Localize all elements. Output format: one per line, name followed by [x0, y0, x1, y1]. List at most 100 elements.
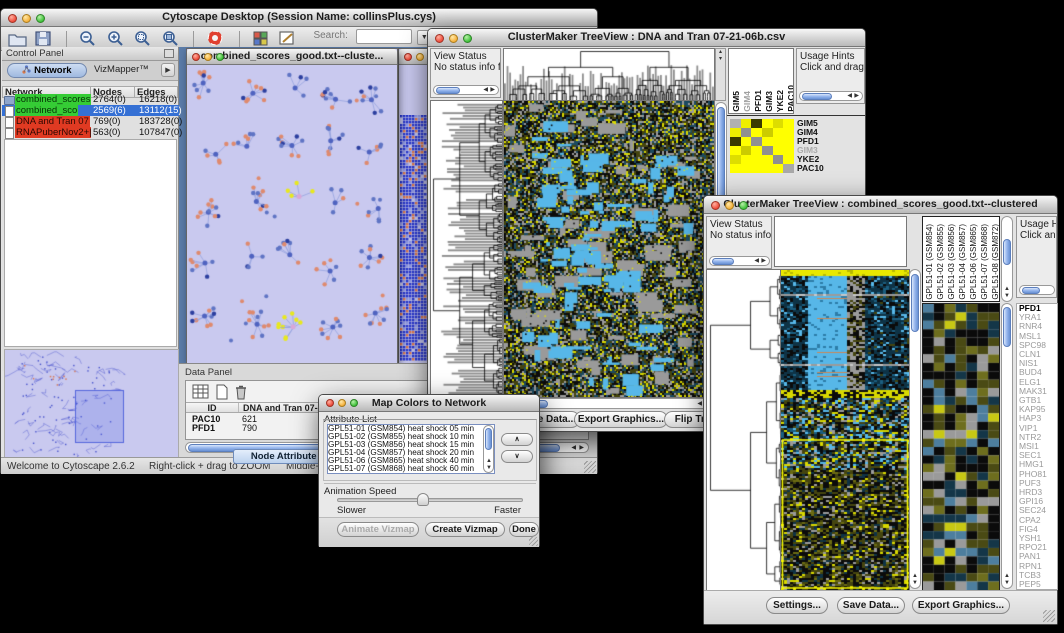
matrix-cell: [741, 128, 752, 137]
matrix-cell: [751, 128, 762, 137]
animate-vizmap-button[interactable]: Animate Vizmap: [337, 522, 419, 537]
matrix-cell: [730, 119, 741, 128]
view-status-scrollbar[interactable]: ◀▶: [433, 85, 499, 95]
minimize-button[interactable]: [725, 201, 734, 210]
network-tree-row[interactable]: combined_scores2764(0)16218(0): [2, 94, 179, 105]
delete-trash-icon[interactable]: [233, 384, 249, 400]
column-dendrogram[interactable]: [503, 48, 715, 102]
network-window-1[interactable]: combined_scores_good.txt--cluste...: [186, 48, 398, 364]
usage-hints-scrollbar[interactable]: [1019, 285, 1055, 295]
heatmap-vscrollbar[interactable]: ▲▼: [909, 269, 921, 589]
vizmapper-icon[interactable]: [251, 29, 273, 48]
close-button[interactable]: [326, 399, 334, 407]
status-welcome: Welcome to Cytoscape 2.6.2: [7, 461, 135, 472]
row-dendrogram[interactable]: [706, 269, 782, 591]
export-graphics-button[interactable]: Export Graphics...: [574, 411, 668, 428]
close-button[interactable]: [435, 34, 444, 43]
treeview-combined-titlebar[interactable]: ClusterMaker TreeView : combined_scores_…: [704, 196, 1057, 214]
save-icon[interactable]: [33, 29, 55, 48]
treeview-dna-titlebar[interactable]: ClusterMaker TreeView : DNA and Tran 07-…: [428, 29, 865, 47]
zoomed-heatmap[interactable]: [922, 303, 1000, 591]
float-panel-icon[interactable]: [164, 49, 174, 58]
matrix-cell: [783, 164, 794, 173]
column-labels-vscrollbar[interactable]: ▲▼: [1001, 216, 1013, 302]
close-button[interactable]: [404, 53, 412, 61]
resize-grip[interactable]: [529, 537, 538, 546]
zoom-button[interactable]: [36, 14, 45, 23]
zoom-button[interactable]: [739, 201, 748, 210]
main-titlebar[interactable]: Cytoscape Desktop (Session Name: collins…: [1, 9, 597, 27]
document-icon: [4, 106, 15, 115]
usage-hints-scrollbar[interactable]: ◀▶: [799, 91, 863, 101]
zoom-in-icon[interactable]: [105, 29, 128, 48]
close-button[interactable]: [8, 14, 17, 23]
matrix-cell: [773, 137, 784, 146]
tab-vizmapper[interactable]: VizMapper™: [94, 64, 149, 75]
new-document-icon[interactable]: [214, 384, 230, 400]
column-label: GPL51-08 (GSM872): [991, 224, 1000, 300]
speed-slider-thumb[interactable]: [417, 493, 429, 506]
matrix-cell: [783, 137, 794, 146]
dialog-button-bar: Animate Vizmap Create Vizmap Done: [319, 517, 539, 547]
zoom-fit-icon[interactable]: [160, 29, 183, 48]
attribute-list-item[interactable]: GPL51-07 (GSM868) heat shock 60 min: [328, 465, 494, 473]
search-input[interactable]: [356, 29, 412, 44]
dendrogram-arrow-strip[interactable]: ▴▾: [715, 48, 726, 101]
network-tree-row[interactable]: RNAPuberNov2+|563(0)107847(0): [2, 127, 179, 138]
zoom-button[interactable]: [216, 53, 224, 61]
minimize-button[interactable]: [416, 53, 424, 61]
close-button[interactable]: [711, 201, 720, 210]
matrix-cell: [773, 155, 784, 164]
matrix-cell: [783, 146, 794, 155]
resize-grip[interactable]: [584, 461, 596, 473]
matrix-cell: [741, 119, 752, 128]
view-status-scrollbar[interactable]: ◀▶: [709, 256, 770, 266]
matrix-cell: [730, 137, 741, 146]
network-window-title: combined_scores_good.txt--cluste...: [201, 50, 384, 62]
resize-grip[interactable]: [1043, 610, 1055, 622]
network-view-canvas[interactable]: [187, 65, 397, 363]
help-lifesaver-icon[interactable]: [205, 29, 229, 48]
cluster-heatmap[interactable]: [503, 100, 715, 398]
speed-slider-track[interactable]: [337, 498, 523, 502]
open-folder-icon[interactable]: [7, 29, 29, 48]
row-dendrogram[interactable]: [430, 100, 503, 398]
export-graphics-button[interactable]: Export Graphics...: [912, 597, 1010, 614]
tab-network[interactable]: Network: [7, 63, 87, 78]
settings-button[interactable]: Settings...: [766, 597, 828, 614]
correlation-matrix[interactable]: [730, 119, 794, 173]
create-vizmap-button[interactable]: Create Vizmap: [425, 522, 505, 537]
data-col-id[interactable]: ID: [186, 403, 238, 412]
move-down-button[interactable]: ∨: [501, 450, 533, 463]
annotation-icon[interactable]: [277, 29, 301, 48]
zoom-out-icon[interactable]: [77, 29, 100, 48]
move-up-button[interactable]: ∧: [501, 433, 533, 446]
network-tree-row[interactable]: combined_sco2569(6)13112(15): [2, 105, 179, 116]
attribute-list-vscrollbar[interactable]: ▲▼: [483, 425, 494, 473]
zoom-selected-icon[interactable]: [132, 29, 155, 48]
treeview-combined-window: ClusterMaker TreeView : combined_scores_…: [703, 195, 1058, 625]
minimize-button[interactable]: [204, 53, 212, 61]
zoom-button[interactable]: [350, 399, 358, 407]
save-data-button[interactable]: Save Data...: [837, 597, 905, 614]
zoomed-heatmap-vscrollbar[interactable]: ▲▼: [1001, 303, 1013, 589]
minimize-button[interactable]: [338, 399, 346, 407]
attribute-listbox[interactable]: GPL51-01 (GSM854) heat shock 05 minGPL51…: [327, 424, 495, 474]
column-label: PFD1: [753, 90, 763, 112]
table-icon[interactable]: [192, 384, 210, 400]
zoom-button[interactable]: [463, 34, 472, 43]
window-controls[interactable]: [8, 14, 45, 23]
column-label: GPL51-07 (GSM868): [980, 224, 990, 300]
slower-label: Slower: [337, 505, 366, 516]
document-icon: [4, 117, 15, 126]
close-button[interactable]: [192, 53, 200, 61]
cluster-heatmap[interactable]: [780, 269, 910, 591]
minimize-button[interactable]: [449, 34, 458, 43]
tab-overflow-arrow[interactable]: ▶: [161, 63, 175, 77]
minimize-button[interactable]: [22, 14, 31, 23]
done-button[interactable]: Done: [509, 522, 539, 537]
dialog-titlebar[interactable]: Map Colors to Network: [319, 395, 539, 412]
control-panel: Control Panel Network VizMapper™ ▶ Netwo…: [2, 47, 179, 371]
network-tree-row[interactable]: DNA and Tran 07769(0)183728(0): [2, 116, 179, 127]
network-overview-panel[interactable]: [4, 349, 179, 463]
